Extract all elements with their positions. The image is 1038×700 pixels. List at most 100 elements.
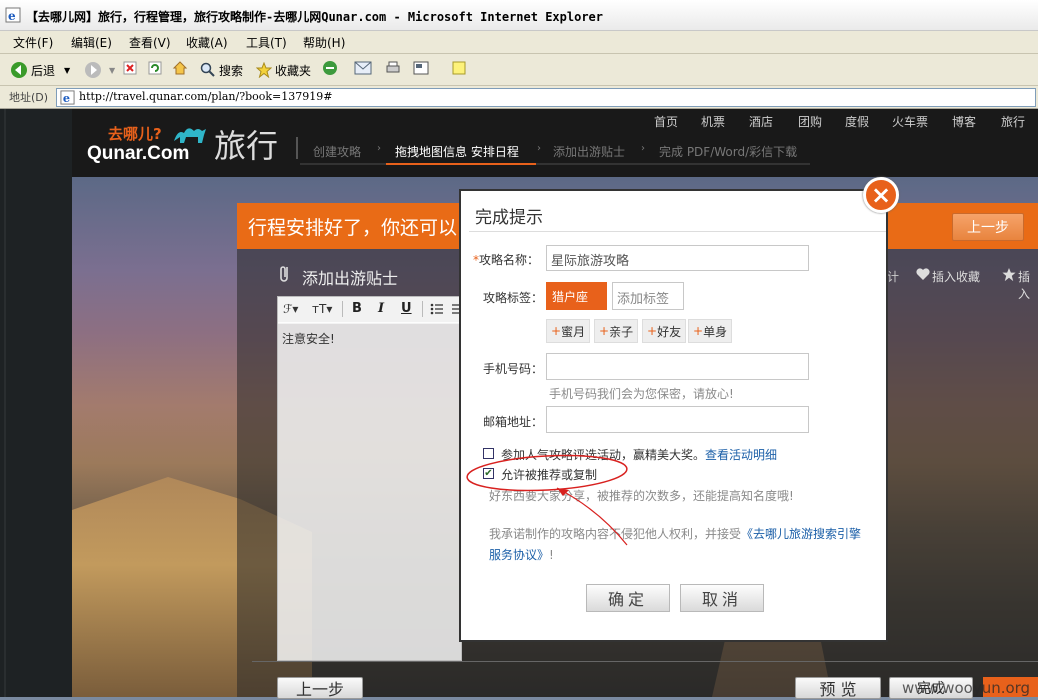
star-icon bbox=[1002, 267, 1016, 282]
email-label: 邮箱地址： bbox=[483, 415, 544, 429]
home-icon[interactable] bbox=[172, 60, 188, 76]
toolbar-separator bbox=[422, 301, 423, 317]
step-2-current: 拖拽地图信息 安排日程 bbox=[395, 145, 519, 159]
menu-edit[interactable]: 编辑(E) bbox=[71, 34, 112, 51]
phone-input[interactable] bbox=[546, 353, 809, 380]
cancel-button[interactable]: 取消 bbox=[680, 584, 764, 612]
plus-icon: + bbox=[551, 324, 562, 338]
dialog-title: 完成提示 bbox=[475, 208, 543, 228]
nav-travel[interactable]: 旅行 bbox=[1001, 113, 1025, 130]
menu-tools[interactable]: 工具(T) bbox=[246, 34, 287, 51]
watermark: www.wooyun.org bbox=[902, 679, 1031, 697]
underline-icon[interactable]: U bbox=[401, 301, 412, 316]
note-icon[interactable] bbox=[452, 61, 466, 75]
close-dialog-icon[interactable]: × bbox=[863, 177, 899, 213]
page-left-margin bbox=[0, 109, 72, 697]
step-1: 创建攻略 bbox=[313, 145, 362, 159]
camel-logo-icon bbox=[174, 128, 206, 143]
suggested-tag-single[interactable]: + 单身 bbox=[688, 319, 733, 343]
tag-text: 好友 bbox=[657, 324, 682, 339]
star-icon bbox=[256, 62, 272, 78]
confirm-button[interactable]: 确定 bbox=[586, 584, 670, 612]
media-icon[interactable] bbox=[322, 60, 338, 76]
section-title: 旅行 bbox=[214, 127, 279, 165]
browser-toolbar: 后退 ▼ ▼ 搜索 收藏夹 ▼ ▼ bbox=[0, 54, 1038, 134]
step-3: 添加出游贴士 bbox=[553, 145, 626, 159]
edit-icon[interactable] bbox=[413, 61, 429, 75]
site-header: 去哪儿? Qunar.Com 旅行 首页 机票 酒店 团购 度假 火车票 博客 … bbox=[72, 109, 1038, 177]
nav-train[interactable]: 火车票 bbox=[892, 113, 928, 130]
back-arrow-icon bbox=[11, 62, 27, 78]
agreement-end: ! bbox=[549, 548, 554, 562]
insert-partial-text: 计 bbox=[887, 270, 900, 284]
search-button[interactable]: 搜索 bbox=[200, 60, 243, 80]
add-tag-input[interactable]: 添加标签 bbox=[612, 282, 684, 310]
insert-favorites-action[interactable]: 插入收藏 bbox=[932, 268, 980, 285]
print-icon[interactable] bbox=[385, 60, 401, 76]
list-icon[interactable] bbox=[430, 303, 444, 315]
prev-step-top-button[interactable]: 上一步 bbox=[952, 213, 1024, 241]
nav-blog[interactable]: 博客 bbox=[952, 113, 976, 130]
heart-icon bbox=[916, 268, 930, 280]
agreement-body: 我承诺制作的攻略内容不侵犯他人权利，并接受 bbox=[489, 527, 742, 541]
suggested-tag-friends[interactable]: + 好友 bbox=[642, 319, 687, 343]
phone-label: 手机号码： bbox=[483, 362, 544, 376]
menu-bar: 文件(F) 编辑(E) 查看(V) 收藏(A) 工具(T) 帮助(H) bbox=[0, 31, 1038, 54]
editor-text: 注意安全! bbox=[282, 332, 335, 346]
refresh-icon[interactable] bbox=[148, 61, 162, 75]
favorites-label: 收藏夹 bbox=[275, 63, 312, 78]
insert-action[interactable]: 插入 bbox=[1018, 268, 1038, 302]
nav-vacation[interactable]: 度假 bbox=[845, 113, 869, 130]
forward-dropdown-icon[interactable]: ▼ bbox=[109, 66, 115, 75]
contest-checkbox[interactable] bbox=[483, 448, 494, 459]
page-icon: e bbox=[60, 90, 75, 105]
nav-hotels[interactable]: 酒店 bbox=[749, 113, 773, 130]
preview-button[interactable]: 预 览 bbox=[795, 677, 881, 699]
address-field[interactable]: e http://travel.qunar.com/plan/?book=137… bbox=[56, 88, 1036, 107]
phone-hint: 手机号码我们会为您保密，请放心! bbox=[549, 387, 734, 401]
menu-help[interactable]: 帮助(H) bbox=[303, 34, 345, 51]
address-bar: 地址(D) e http://travel.qunar.com/plan/?bo… bbox=[0, 86, 1038, 109]
nav-home[interactable]: 首页 bbox=[654, 113, 678, 130]
logo-bottom-text: Qunar.Com bbox=[87, 143, 190, 164]
suggested-tag-honeymoon[interactable]: + 蜜月 bbox=[546, 319, 591, 343]
menu-view[interactable]: 查看(V) bbox=[129, 34, 171, 51]
nav-flights[interactable]: 机票 bbox=[701, 113, 725, 130]
plus-icon: + bbox=[693, 324, 704, 338]
font-family-icon[interactable]: ℱ▾ bbox=[283, 302, 298, 316]
guide-name-input[interactable]: 星际旅游攻略 bbox=[546, 245, 809, 271]
banner-text: 行程安排好了，你还可以 bbox=[248, 217, 458, 239]
step-arrow-icon: › bbox=[377, 143, 381, 154]
bold-icon[interactable]: B bbox=[352, 301, 362, 316]
tips-editor[interactable]: 注意安全! bbox=[277, 322, 462, 661]
forward-button[interactable]: ▼ bbox=[84, 60, 115, 80]
stop-icon[interactable] bbox=[123, 61, 137, 75]
tag-text: 蜜月 bbox=[561, 324, 586, 339]
step-track bbox=[300, 163, 810, 165]
menu-file[interactable]: 文件(F) bbox=[13, 34, 53, 51]
back-dropdown-icon[interactable]: ▼ bbox=[64, 66, 70, 75]
address-label: 地址(D) bbox=[9, 91, 49, 104]
selected-tag[interactable]: 猎户座 bbox=[546, 282, 607, 310]
paperclip-icon bbox=[280, 266, 288, 282]
contest-details-link[interactable]: 查看活动明细 bbox=[705, 448, 777, 462]
contest-text-body: 参加人气攻略评选活动，赢精美大奖。 bbox=[501, 448, 706, 462]
back-button[interactable]: 后退 ▼ bbox=[10, 60, 70, 80]
font-size-icon[interactable]: тT▾ bbox=[312, 302, 332, 316]
suggested-tag-family[interactable]: + 亲子 bbox=[594, 319, 639, 343]
dialog-title-divider bbox=[469, 231, 886, 232]
back-label: 后退 bbox=[31, 63, 56, 78]
mail-icon[interactable] bbox=[354, 61, 372, 75]
prev-step-button[interactable]: 上一步 bbox=[277, 677, 363, 699]
tag-label: 攻略标签： bbox=[483, 291, 544, 305]
bottom-divider bbox=[252, 661, 1038, 662]
nav-groupbuy[interactable]: 团购 bbox=[798, 113, 822, 130]
italic-icon[interactable]: I bbox=[378, 301, 384, 316]
logo-divider bbox=[296, 137, 298, 159]
allow-recommend-checkbox[interactable]: ✔ bbox=[483, 468, 494, 479]
step-arrow-icon: › bbox=[537, 143, 541, 154]
favorites-button[interactable]: 收藏夹 bbox=[256, 60, 311, 80]
menu-favorites[interactable]: 收藏(A) bbox=[186, 34, 228, 51]
email-input[interactable] bbox=[546, 406, 809, 433]
completion-dialog: 完成提示 *攻略名称： 星际旅游攻略 攻略标签： 猎户座 添加标签 + 蜜月 + 亲… bbox=[459, 189, 888, 642]
